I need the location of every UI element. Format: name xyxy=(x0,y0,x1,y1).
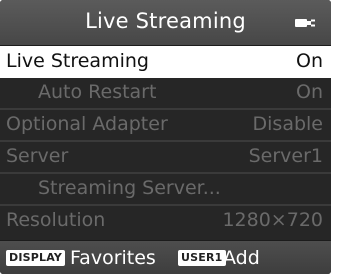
menu-item-label: Streaming Server... xyxy=(38,177,221,199)
menu-item-optional-adapter[interactable]: Optional Adapter Disable xyxy=(0,110,331,142)
user1-button-chip[interactable]: USER1 xyxy=(178,250,226,266)
add-label: Add xyxy=(223,247,260,269)
menu-item-server[interactable]: Server Server1 xyxy=(0,142,331,174)
menu-item-label: Live Streaming xyxy=(6,50,149,72)
menu-list: Live Streaming On Auto Restart On Option… xyxy=(0,46,331,236)
menu-item-live-streaming[interactable]: Live Streaming On xyxy=(0,46,331,78)
menu-item-value: Disable xyxy=(252,113,323,135)
page-title: Live Streaming xyxy=(85,9,246,33)
menu-item-value: On xyxy=(296,50,323,72)
menu-item-label: Optional Adapter xyxy=(6,113,168,135)
menu-item-auto-restart[interactable]: Auto Restart On xyxy=(0,78,331,110)
display-button-chip[interactable]: DISPLAY xyxy=(6,250,66,266)
menu-screen: Live Streaming Live Streaming On Auto Re… xyxy=(0,0,331,274)
menu-item-label: Server xyxy=(6,145,69,167)
menu-item-value: On xyxy=(296,81,323,103)
menu-item-label: Resolution xyxy=(6,209,106,231)
power-plug-icon xyxy=(295,19,315,27)
menu-item-value: Server1 xyxy=(248,145,323,167)
footer-bar: DISPLAY Favorites USER1 Add xyxy=(0,240,331,274)
menu-item-value: 1280×720 xyxy=(222,209,323,231)
menu-item-resolution[interactable]: Resolution 1280×720 xyxy=(0,206,331,236)
menu-item-label: Auto Restart xyxy=(38,81,157,103)
menu-item-streaming-server[interactable]: Streaming Server... xyxy=(0,174,331,206)
title-bar: Live Streaming xyxy=(0,0,331,46)
favorites-label: Favorites xyxy=(70,247,156,269)
